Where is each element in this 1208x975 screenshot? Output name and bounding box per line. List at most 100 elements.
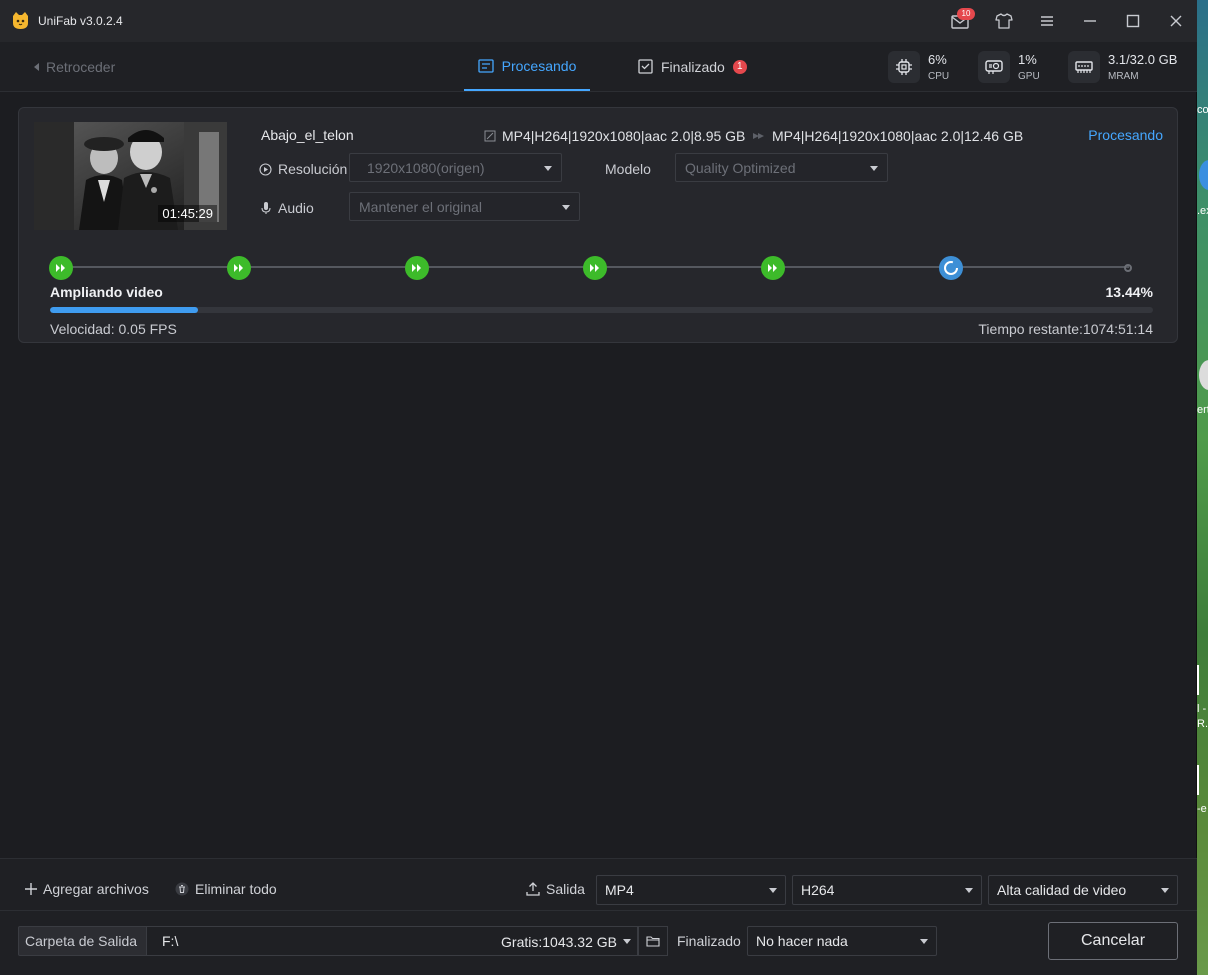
finished-count-badge: 1 — [732, 59, 747, 74]
desktop-file-icon[interactable] — [1197, 665, 1199, 695]
container-select[interactable]: MP4 — [596, 875, 786, 905]
output-folder-label: Carpeta de Salida — [18, 926, 147, 956]
arrow-right-icon — [753, 133, 764, 139]
desktop-icon-label[interactable]: R. — [1197, 718, 1208, 730]
chevron-down-icon — [1161, 888, 1169, 893]
chevron-down-icon — [562, 205, 570, 210]
gpu-value: 1% — [1018, 51, 1037, 67]
finished-label: Finalizado — [677, 933, 741, 949]
tab-processing-label: Procesando — [501, 57, 577, 74]
cpu-icon — [888, 51, 920, 83]
cancel-button[interactable]: Cancelar — [1048, 922, 1178, 960]
chevron-down-icon — [920, 939, 928, 944]
cpu-label: CPU — [928, 70, 950, 82]
tab-finished[interactable]: Finalizado 1 — [638, 42, 747, 91]
audio-label: Audio — [260, 200, 314, 216]
microphone-icon — [261, 202, 271, 214]
progress-percent: 13.44% — [1105, 284, 1153, 300]
tab-processing[interactable]: Procesando — [464, 42, 590, 91]
tab-finished-label: Finalizado — [661, 58, 725, 75]
step-done-icon — [405, 256, 429, 280]
memory-label: MRAM — [1108, 70, 1139, 82]
quality-select[interactable]: Alta calidad de video — [988, 875, 1178, 905]
chevron-down-icon — [623, 939, 631, 944]
video-thumbnail[interactable]: 01:45:29 — [34, 122, 227, 230]
speed-label: Velocidad: 0.05 FPS — [50, 321, 177, 337]
play-circle-icon — [259, 162, 272, 176]
edit-icon — [484, 130, 496, 142]
nav-bar: Retroceder Procesando Finalizado 1 6% CP… — [0, 42, 1197, 92]
desktop-background: col .ex ert l - R. -e — [1197, 0, 1208, 975]
desktop-icon-label[interactable]: l - — [1197, 703, 1206, 715]
list-icon — [477, 58, 494, 73]
chevron-down-icon — [544, 166, 552, 171]
app-window: UniFab v3.0.2.4 10 Retroceder Procesando… — [0, 0, 1197, 975]
hamburger-icon — [1041, 16, 1053, 26]
step-done-icon — [761, 256, 785, 280]
desktop-file-icon[interactable] — [1197, 765, 1199, 795]
free-space: Gratis:1043.32 GB — [501, 934, 617, 950]
desktop-app-icon[interactable] — [1199, 160, 1208, 190]
cpu-stat: 6% CPU — [888, 50, 949, 84]
skin-button[interactable] — [994, 11, 1014, 31]
audio-dropdown[interactable]: Mantener el original — [349, 192, 580, 221]
gpu-icon — [978, 51, 1010, 83]
menu-button[interactable] — [1037, 11, 1057, 31]
codec-select[interactable]: H264 — [792, 875, 982, 905]
file-toolbar: Agregar archivos Eliminar todo Salida MP… — [0, 858, 1197, 910]
browse-folder-button[interactable] — [638, 926, 668, 956]
trash-icon — [175, 882, 189, 896]
desktop-icon-label[interactable]: col — [1197, 104, 1208, 116]
memory-value: 3.1/32.0 GB — [1108, 51, 1178, 67]
target-format: MP4|H264|1920x1080|aac 2.0|12.46 GB — [752, 128, 1023, 144]
maximize-icon — [1126, 14, 1140, 28]
notification-button[interactable]: 10 — [950, 8, 975, 31]
minimize-button[interactable] — [1080, 11, 1100, 31]
step-done-icon — [49, 256, 73, 280]
back-label: Retroceder — [46, 59, 116, 75]
chevron-down-icon — [769, 888, 777, 893]
remove-all-button[interactable]: Eliminar todo — [175, 881, 277, 897]
back-button[interactable]: Retroceder — [34, 59, 115, 75]
unifab-logo-icon — [11, 11, 30, 30]
chevron-down-icon — [965, 888, 973, 893]
audio-value: Mantener el original — [359, 198, 482, 215]
output-path-field[interactable]: F:\ Gratis:1043.32 GB — [146, 926, 638, 956]
desktop-icon-label[interactable]: ert — [1197, 404, 1208, 416]
desktop-app-icon[interactable] — [1199, 360, 1208, 390]
app-title: UniFab v3.0.2.4 — [38, 14, 123, 28]
source-format-text: MP4|H264|1920x1080|aac 2.0|8.95 GB — [502, 128, 746, 144]
output-label: Salida — [526, 881, 585, 897]
close-button[interactable] — [1166, 11, 1186, 31]
model-value: Quality Optimized — [685, 159, 796, 176]
resolution-label: Resolución — [259, 161, 347, 177]
target-format-text: MP4|H264|1920x1080|aac 2.0|12.46 GB — [772, 128, 1024, 144]
memory-stat: 3.1/32.0 GB MRAM — [1068, 50, 1177, 84]
chevron-down-icon — [870, 166, 878, 171]
pipeline-steps — [49, 256, 1134, 280]
stage-label: Ampliando video — [50, 284, 163, 300]
folder-icon — [646, 936, 660, 947]
plus-icon — [25, 883, 37, 895]
upload-icon — [526, 882, 540, 896]
output-path: F:\ — [162, 933, 179, 949]
title-bar: UniFab v3.0.2.4 10 — [0, 0, 1197, 42]
notification-badge: 10 — [957, 8, 975, 20]
progress-fill — [50, 307, 199, 313]
chevron-left-icon — [34, 63, 39, 71]
memory-icon — [1068, 51, 1100, 83]
step-done-icon — [227, 256, 251, 280]
model-dropdown[interactable]: Quality Optimized — [675, 153, 888, 182]
step-done-icon — [583, 256, 607, 280]
resolution-dropdown[interactable]: 1920x1080(origen) — [349, 153, 562, 182]
source-format: MP4|H264|1920x1080|aac 2.0|8.95 GB — [484, 128, 745, 144]
progress-bar — [50, 307, 1153, 313]
desktop-icon-label[interactable]: .ex — [1197, 205, 1208, 217]
after-finish-select[interactable]: No hacer nada — [747, 926, 937, 956]
add-files-button[interactable]: Agregar archivos — [25, 881, 149, 897]
task-card: 01:45:29 Abajo_el_telon MP4|H264|1920x10… — [18, 107, 1178, 343]
shirt-icon — [995, 13, 1013, 29]
desktop-icon-label[interactable]: -e — [1197, 803, 1207, 815]
maximize-button[interactable] — [1123, 11, 1143, 31]
video-duration: 01:45:29 — [158, 205, 217, 222]
